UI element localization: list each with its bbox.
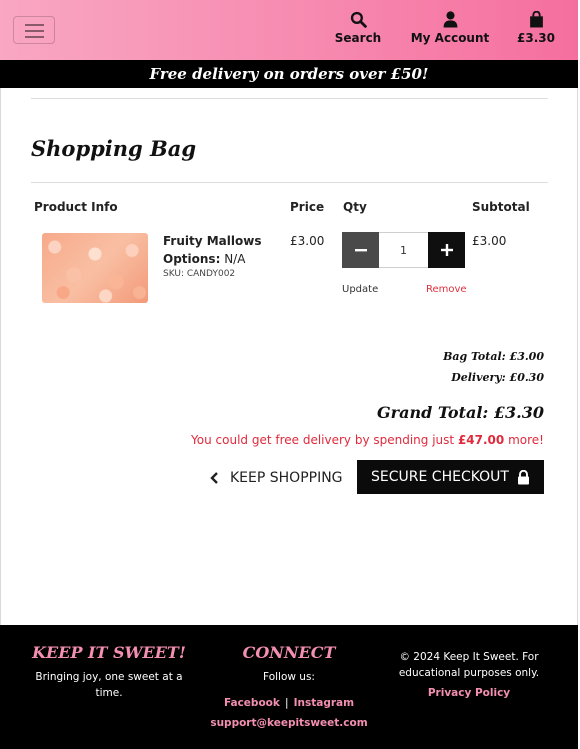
nav-search-link[interactable]: Search (334, 11, 382, 45)
site-footer: KEEP IT SWEET! Bringing joy, one sweet a… (0, 625, 578, 749)
social-separator: | (284, 697, 289, 709)
header-price: Price (290, 200, 325, 214)
footer-brand: KEEP IT SWEET! Bringing joy, one sweet a… (30, 625, 188, 701)
header-qty: Qty (343, 200, 367, 214)
footer-legal: © 2024 Keep It Sweet. For educational pu… (386, 625, 552, 699)
bag-total: Bag Total: £3.00 (443, 350, 544, 363)
plus-icon (440, 244, 453, 256)
keep-shopping-label: KEEP SHOPPING (230, 469, 343, 486)
promo-banner: Free delivery on orders over £50! (0, 60, 578, 88)
nav-search-label: Search (334, 31, 382, 45)
product-image[interactable] (42, 233, 148, 303)
support-email-link[interactable]: support@keepitsweet.com (200, 717, 378, 729)
free-note-suffix: more! (508, 433, 544, 447)
footer-social-links: Facebook | Instagram (200, 691, 378, 711)
increase-qty-button[interactable] (428, 232, 465, 268)
privacy-policy-link[interactable]: Privacy Policy (386, 687, 552, 699)
update-link[interactable]: Update (342, 284, 378, 295)
free-delivery-note: You could get free delivery by spending … (191, 433, 544, 447)
chevron-left-icon (210, 471, 218, 484)
quantity-input[interactable] (379, 232, 428, 268)
header-product-info: Product Info (34, 200, 118, 214)
user-icon (443, 11, 457, 28)
options-value: N/A (224, 252, 246, 266)
instagram-link[interactable]: Instagram (294, 697, 354, 709)
grand-total: Grand Total: £3.30 (376, 403, 544, 422)
free-note-amount: £47.00 (457, 433, 505, 447)
options-label: Options: (163, 252, 221, 266)
footer-tagline: Bringing joy, one sweet at a time. (35, 671, 183, 699)
delivery-cost: Delivery: £0.30 (451, 371, 544, 384)
footer-connect-title: CONNECT (242, 643, 336, 662)
footer-brand-title: KEEP IT SWEET! (32, 643, 186, 662)
lock-icon (517, 469, 529, 484)
nav-account-link[interactable]: My Account (410, 11, 490, 45)
product-sku: SKU: CANDY002 (163, 269, 236, 279)
site-header: Search My Account £3.30 (0, 0, 578, 60)
item-subtotal: £3.00 (472, 234, 507, 248)
bag-total-label: £3.30 (517, 31, 555, 45)
checkout-label: SECURE CHECKOUT (371, 469, 509, 485)
minus-icon (354, 249, 367, 252)
decrease-qty-button[interactable] (342, 232, 379, 268)
divider (31, 98, 548, 99)
hamburger-line (25, 30, 44, 32)
nav-bag-link[interactable]: £3.30 (513, 11, 559, 45)
keep-shopping-button[interactable]: KEEP SHOPPING (210, 461, 350, 494)
secure-checkout-button[interactable]: SECURE CHECKOUT (357, 460, 544, 494)
shopping-bag-icon (529, 11, 543, 28)
header-subtotal: Subtotal (472, 200, 530, 214)
menu-toggle-button[interactable] (13, 16, 55, 44)
footer-copyright: © 2024 Keep It Sweet. For educational pu… (398, 651, 540, 679)
page-title: Shopping Bag (31, 136, 197, 161)
divider (31, 182, 548, 183)
product-options: Options: N/A (163, 252, 245, 266)
search-icon (350, 11, 367, 28)
remove-link[interactable]: Remove (426, 284, 467, 295)
free-note-prefix: You could get free delivery by spending … (191, 433, 455, 447)
item-price: £3.00 (290, 234, 325, 248)
nav-account-label: My Account (410, 31, 490, 45)
footer-connect: CONNECT Follow us: Facebook | Instagram … (200, 625, 378, 729)
facebook-link[interactable]: Facebook (224, 697, 280, 709)
product-name[interactable]: Fruity Mallows (163, 234, 261, 248)
hamburger-line (25, 24, 44, 26)
footer-follow-label: Follow us: (263, 671, 315, 683)
hamburger-line (25, 36, 44, 38)
